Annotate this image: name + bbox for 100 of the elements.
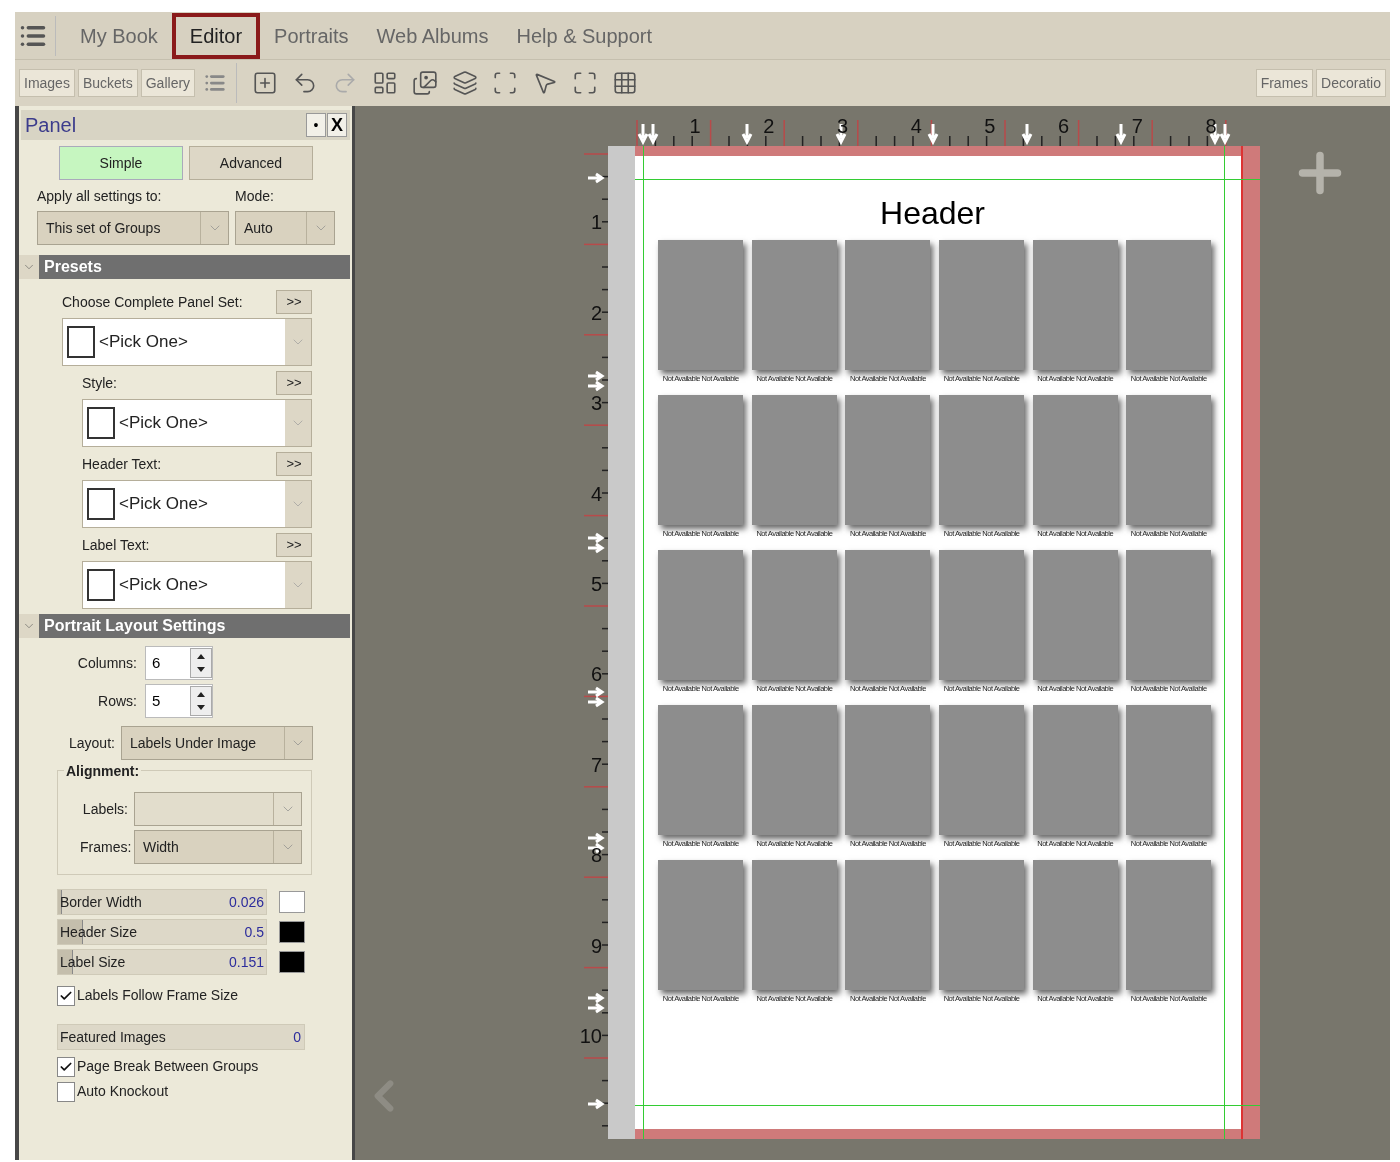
- nav-tab[interactable]: Portraits: [260, 12, 363, 59]
- featured-images-field[interactable]: Featured Images 0: [57, 1024, 305, 1050]
- nav-tab[interactable]: My Book: [66, 12, 172, 59]
- preset-dropdown[interactable]: <Pick One>: [82, 561, 312, 609]
- ruler-number: 1: [590, 210, 602, 235]
- portrait-frame[interactable]: [658, 860, 744, 990]
- page-header: Header: [880, 194, 985, 232]
- preset-dropdown[interactable]: <Pick One>: [82, 399, 312, 447]
- toolbar-button[interactable]: Images: [19, 69, 75, 97]
- preset-dropdown[interactable]: <Pick One>: [82, 480, 312, 528]
- value-slider[interactable]: Label Size 0.151: [57, 949, 267, 975]
- ruler-number: 8: [590, 843, 602, 868]
- portrait-frame[interactable]: [658, 705, 744, 835]
- mode-tab[interactable]: Advanced: [189, 146, 313, 180]
- field-label: Labels:: [81, 799, 128, 819]
- ruler-number: 3: [836, 114, 849, 139]
- more-button[interactable]: >>: [276, 533, 312, 557]
- preset-dropdown[interactable]: <Pick One>: [62, 318, 312, 366]
- portrait-frame[interactable]: [1032, 705, 1118, 835]
- portrait-frame[interactable]: [939, 240, 1025, 370]
- portrait-frame[interactable]: [751, 860, 837, 990]
- pin-button[interactable]: •: [306, 113, 326, 137]
- add-frame-icon[interactable]: [252, 70, 279, 96]
- field-label: Mode:: [235, 187, 275, 206]
- portrait-frame[interactable]: [845, 395, 931, 525]
- preview-swatch: [87, 488, 115, 520]
- portrait-frame[interactable]: [751, 550, 837, 680]
- rows-spinner[interactable]: 5: [145, 684, 213, 718]
- more-button[interactable]: >>: [276, 290, 312, 314]
- ruler-number: 6: [590, 662, 602, 687]
- portrait-frame[interactable]: [1032, 395, 1118, 525]
- portrait-frame[interactable]: [939, 395, 1025, 525]
- portrait-frame[interactable]: [1126, 240, 1212, 370]
- list-icon[interactable]: [204, 72, 227, 94]
- portrait-frame[interactable]: [845, 860, 931, 990]
- layout-dropdown[interactable]: Labels Under Image: [120, 726, 313, 760]
- toolbar-button[interactable]: Frames: [1255, 69, 1314, 97]
- portrait-frame[interactable]: [845, 550, 931, 680]
- portrait-frame[interactable]: [939, 550, 1025, 680]
- portrait-frame[interactable]: [751, 705, 837, 835]
- panel-title: Panel: [24, 113, 78, 138]
- portrait-frame[interactable]: [1032, 240, 1118, 370]
- portrait-frame[interactable]: [939, 705, 1025, 835]
- section-header[interactable]: Presets: [19, 255, 350, 279]
- portrait-frame[interactable]: [658, 240, 744, 370]
- ruler-number: 7: [590, 752, 602, 777]
- nav-tab[interactable]: Web Albums: [362, 12, 503, 59]
- spinner-arrows-icon: [190, 648, 212, 678]
- checkbox-label: Auto Knockout: [77, 1082, 169, 1101]
- grid-icon[interactable]: [612, 70, 639, 96]
- portrait-frame[interactable]: [1032, 550, 1118, 680]
- field-label: Columns:: [76, 653, 137, 673]
- value-slider[interactable]: Border Width 0.026: [57, 889, 267, 915]
- color-swatch[interactable]: [279, 921, 305, 943]
- checkbox[interactable]: [57, 1081, 75, 1102]
- nav-tab[interactable]: Editor: [171, 12, 261, 59]
- select-area-icon[interactable]: [492, 70, 519, 96]
- preset-label: Style:: [82, 373, 117, 393]
- portrait-frame[interactable]: [1126, 860, 1212, 990]
- ruler-number: 6: [1058, 114, 1070, 139]
- mode-tab[interactable]: Simple: [59, 146, 183, 180]
- toolbar-button[interactable]: Buckets: [77, 69, 138, 97]
- frames-dropdown[interactable]: Width: [134, 830, 302, 864]
- ruler-number: 10: [579, 1023, 602, 1048]
- layout-icon[interactable]: [372, 70, 399, 96]
- ruler-number: 7: [1131, 114, 1143, 139]
- portrait-frame[interactable]: [658, 395, 744, 525]
- color-swatch[interactable]: [279, 891, 305, 913]
- more-button[interactable]: >>: [276, 371, 312, 395]
- images-icon[interactable]: [412, 70, 439, 96]
- apply-dropdown[interactable]: This set of Groups: [37, 211, 229, 245]
- columns-spinner[interactable]: 6: [145, 646, 213, 680]
- color-swatch[interactable]: [279, 951, 305, 973]
- portrait-frame[interactable]: [751, 240, 837, 370]
- more-button[interactable]: >>: [276, 452, 312, 476]
- field-label: Frames:: [80, 837, 128, 857]
- fit-icon[interactable]: [572, 70, 599, 96]
- portrait-frame[interactable]: [845, 705, 931, 835]
- ruler-number: 4: [590, 481, 602, 506]
- portrait-frame[interactable]: [1126, 395, 1212, 525]
- layers-icon[interactable]: [452, 70, 479, 96]
- preset-label: Header Text:: [82, 454, 162, 474]
- value-slider[interactable]: Header Size 0.5: [57, 919, 267, 945]
- field-label: Layout:: [69, 733, 115, 753]
- nav-tab[interactable]: Help & Support: [502, 12, 667, 59]
- portrait-frame[interactable]: [845, 240, 931, 370]
- portrait-frame[interactable]: [939, 860, 1025, 990]
- toolbar-button[interactable]: Decoratio: [1316, 69, 1386, 97]
- mode-dropdown[interactable]: Auto: [235, 211, 335, 245]
- close-button[interactable]: X: [327, 113, 347, 137]
- portrait-frame[interactable]: [1126, 550, 1212, 680]
- section-header[interactable]: Portrait Layout Settings: [19, 614, 350, 638]
- spinner-arrows-icon: [190, 686, 212, 716]
- portrait-frame[interactable]: [1126, 705, 1212, 835]
- checkbox[interactable]: [57, 1056, 75, 1077]
- checkbox[interactable]: [57, 985, 75, 1006]
- toolbar-button[interactable]: Gallery: [140, 69, 196, 97]
- portrait-frame[interactable]: [658, 550, 744, 680]
- portrait-frame[interactable]: [751, 395, 837, 525]
- portrait-frame[interactable]: [1032, 860, 1118, 990]
